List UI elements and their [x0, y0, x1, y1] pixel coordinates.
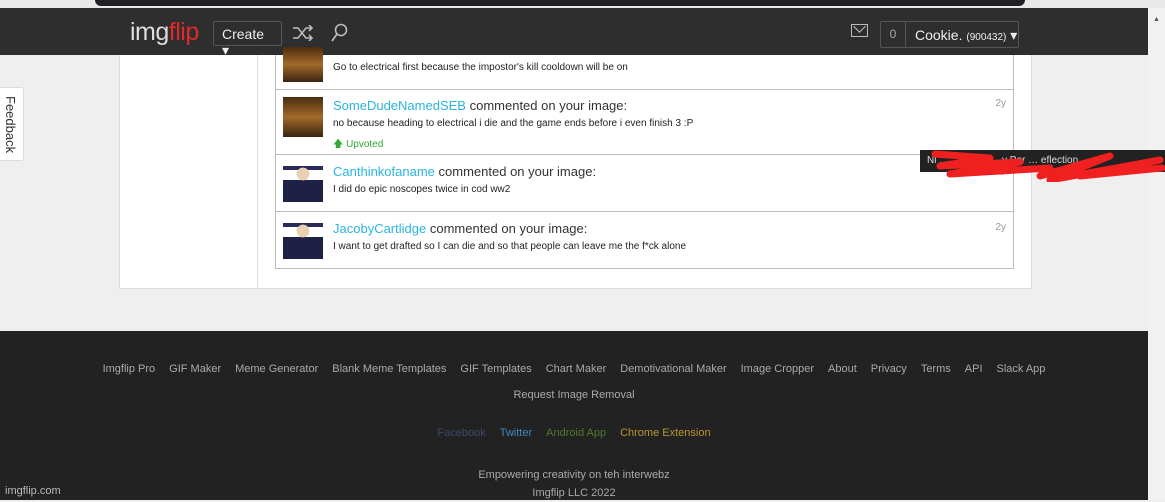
- username: Cookie.: [915, 27, 963, 43]
- footer-link[interactable]: GIF Maker: [169, 363, 221, 375]
- scroll-up-icon[interactable]: ▲: [1153, 16, 1160, 23]
- comment-list: Go to electrical first because the impos…: [275, 47, 1014, 269]
- footer: Imgflip Pro GIF Maker Meme Generator Blank …: [0, 331, 1148, 500]
- footer-link[interactable]: API: [965, 363, 983, 375]
- facebook-link[interactable]: Facebook: [437, 427, 485, 439]
- footer-link[interactable]: Chart Maker: [546, 363, 607, 375]
- browser-chrome: [0, 0, 1165, 8]
- address-bar[interactable]: [95, 0, 1025, 6]
- comment-user-link[interactable]: JacobyCartlidge: [333, 221, 426, 236]
- comment-text: Go to electrical first because the impos…: [333, 62, 628, 73]
- footer-link[interactable]: Blank Meme Templates: [332, 363, 446, 375]
- user-menu[interactable]: 0 Cookie. (900432) ▾: [880, 21, 1019, 48]
- copyright: Imgflip LLC 2022: [532, 487, 616, 499]
- footer-link[interactable]: Demotivational Maker: [620, 363, 726, 375]
- top-nav: imgflip Create ▾ 0 Cookie. (900432) ▾: [0, 8, 1148, 58]
- comment-text: I want to get drafted so I can die and s…: [333, 241, 687, 252]
- footer-link[interactable]: GIF Templates: [460, 363, 531, 375]
- content-panel: Go to electrical first because the impos…: [119, 47, 1032, 289]
- footer-link[interactable]: Request Image Removal: [513, 389, 634, 401]
- search-icon[interactable]: [330, 23, 348, 43]
- notification-count[interactable]: 0: [881, 22, 906, 47]
- footer-links: Imgflip Pro GIF Maker Meme Generator Blank …: [0, 356, 1148, 408]
- chevron-down-icon: ▾: [1010, 27, 1018, 43]
- comment-item: SomeDudeNamedSEB commented on your image…: [276, 90, 1013, 155]
- footer-link[interactable]: Slack App: [997, 363, 1046, 375]
- upvoted-status: 🡅 Upvoted: [333, 139, 384, 150]
- divider: [257, 55, 258, 288]
- footer-link[interactable]: About: [828, 363, 857, 375]
- footer-link[interactable]: Privacy: [871, 363, 907, 375]
- footer-link[interactable]: Terms: [921, 363, 951, 375]
- redaction-scribble: [931, 150, 1165, 182]
- comment-text: no because heading to electrical i die a…: [333, 118, 694, 129]
- footer-link[interactable]: Image Cropper: [741, 363, 814, 375]
- comment-item: JacobyCartlidge commented on your image:…: [276, 212, 1013, 269]
- android-app-link[interactable]: Android App: [546, 427, 606, 439]
- chrome-extension-link[interactable]: Chrome Extension: [620, 427, 711, 439]
- footer-link[interactable]: Imgflip Pro: [103, 363, 156, 375]
- twitter-link[interactable]: Twitter: [500, 427, 532, 439]
- comment-thumbnail[interactable]: [283, 47, 323, 82]
- comment-age: 2y: [995, 222, 1006, 233]
- create-button[interactable]: Create ▾: [213, 21, 282, 58]
- footer-link[interactable]: Meme Generator: [235, 363, 318, 375]
- comment-thumbnail[interactable]: [283, 97, 323, 137]
- tagline: Empowering creativity on teh interwebz: [478, 469, 670, 481]
- comment-thumbnail[interactable]: [283, 162, 323, 202]
- arrow-up-icon: 🡅: [333, 139, 344, 150]
- comment-thumbnail[interactable]: [283, 219, 323, 259]
- scrollbar[interactable]: ▲: [1148, 8, 1165, 500]
- comment-user-link[interactable]: Canthinkofaname: [333, 164, 435, 179]
- comment-age: 2y: [995, 98, 1006, 109]
- comment-user-link[interactable]: SomeDudeNamedSEB: [333, 98, 466, 113]
- user-points: (900432): [966, 32, 1007, 43]
- comment-item: Go to electrical first because the impos…: [276, 47, 1013, 90]
- feedback-tab[interactable]: Feedback: [0, 87, 24, 161]
- comment-text: I did do epic noscopes twice in cod ww2: [333, 184, 511, 195]
- shuffle-icon[interactable]: [292, 25, 316, 41]
- mail-icon[interactable]: [851, 24, 868, 37]
- comment-item: Canthinkofaname commented on your image:…: [276, 155, 1013, 212]
- imgflip-logo[interactable]: imgflip: [130, 18, 199, 47]
- social-links: Facebook Twitter Android App Chrome Extensi…: [0, 427, 1148, 439]
- status-bar-url: imgflip.com: [5, 485, 61, 497]
